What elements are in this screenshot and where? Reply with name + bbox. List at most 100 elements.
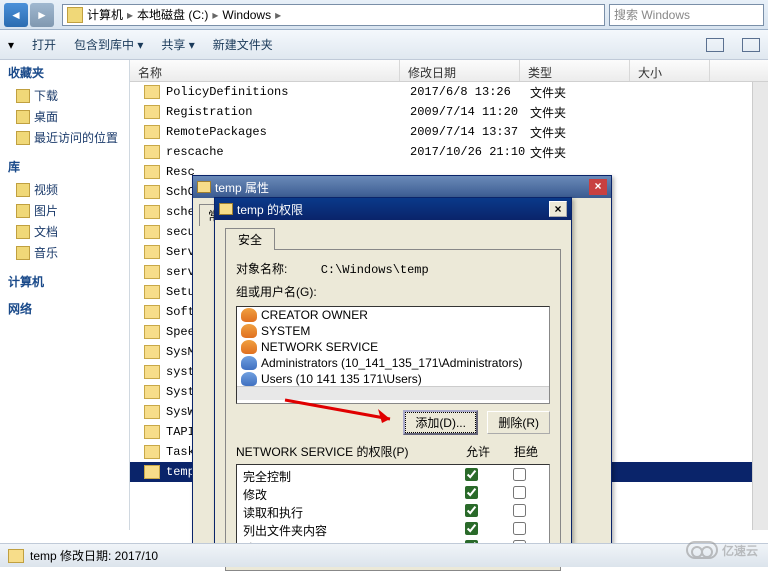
add-button[interactable]: 添加(D)... (403, 410, 478, 435)
folder-icon (144, 365, 160, 379)
sidebar-item-desktop[interactable]: 桌面 (8, 106, 121, 127)
file-row[interactable]: Registration 2009/7/14 11:20 文件夹 (130, 102, 768, 122)
folder-icon (144, 325, 160, 339)
file-row[interactable]: rescache 2017/10/26 21:10 文件夹 (130, 142, 768, 162)
object-name-value: C:\Windows\temp (321, 263, 429, 277)
group-item[interactable]: SYSTEM (237, 323, 549, 339)
file-row[interactable]: RemotePackages 2009/7/14 13:37 文件夹 (130, 122, 768, 142)
sidebar-favorites-header[interactable]: 收藏夹 (8, 64, 121, 81)
address-bar: ◄ ► 计算机 ▸ 本地磁盘 (C:) ▸ Windows ▸ 搜索 Windo… (0, 0, 768, 30)
download-icon (16, 89, 30, 103)
horizontal-scrollbar[interactable] (237, 386, 549, 400)
open-button[interactable]: 打开 (32, 36, 56, 53)
include-library-button[interactable]: 包含到库中 ▾ (74, 36, 143, 53)
close-button[interactable]: × (549, 201, 567, 217)
allow-checkbox[interactable] (465, 486, 478, 499)
permission-name: 修改 (243, 486, 447, 503)
permission-name: 列出文件夹内容 (243, 522, 447, 539)
object-name-row: 对象名称: C:\Windows\temp (236, 260, 550, 277)
group-item[interactable]: NETWORK SERVICE (237, 339, 549, 355)
group-name: SYSTEM (261, 324, 310, 338)
deny-checkbox[interactable] (513, 504, 526, 517)
file-date: 2009/7/14 11:20 (410, 105, 530, 119)
sidebar-computer-header[interactable]: 计算机 (8, 273, 121, 290)
folder-icon (197, 181, 211, 193)
sidebar-item-downloads[interactable]: 下载 (8, 85, 121, 106)
sidebar-item-music[interactable]: 音乐 (8, 242, 121, 263)
folder-icon (144, 445, 160, 459)
nav-forward-button[interactable]: ► (30, 3, 54, 27)
folder-icon (144, 225, 160, 239)
folder-icon (144, 345, 160, 359)
deny-checkbox[interactable] (513, 522, 526, 535)
file-name: Registration (166, 105, 410, 119)
permission-row: 读取和执行 (243, 503, 543, 521)
crumb-folder[interactable]: Windows (222, 8, 271, 22)
close-button[interactable]: × (589, 179, 607, 195)
dialog-titlebar[interactable]: temp 的权限 × (215, 198, 571, 220)
sidebar-item-recent[interactable]: 最近访问的位置 (8, 127, 121, 148)
status-text: temp 修改日期: 2017/10 (30, 547, 158, 564)
group-name: NETWORK SERVICE (261, 340, 378, 354)
dialog-titlebar[interactable]: temp 属性 × (193, 176, 611, 198)
permission-row: 修改 (243, 485, 543, 503)
music-icon (16, 246, 30, 260)
deny-header: 拒绝 (502, 443, 550, 460)
status-bar: temp 修改日期: 2017/10 (0, 543, 768, 567)
picture-icon (16, 204, 30, 218)
group-item[interactable]: Users (10 141 135 171\Users) (237, 371, 549, 387)
user-icon (241, 372, 257, 386)
deny-checkbox[interactable] (513, 468, 526, 481)
user-icon (241, 308, 257, 322)
allow-checkbox[interactable] (465, 504, 478, 517)
folder-icon (144, 385, 160, 399)
search-input[interactable]: 搜索 Windows (609, 4, 764, 26)
deny-checkbox[interactable] (513, 486, 526, 499)
file-name: RemotePackages (166, 125, 410, 139)
allow-checkbox[interactable] (465, 522, 478, 535)
breadcrumb[interactable]: 计算机 ▸ 本地磁盘 (C:) ▸ Windows ▸ (62, 4, 605, 26)
sidebar-item-pictures[interactable]: 图片 (8, 200, 121, 221)
group-item[interactable]: Administrators (10_141_135_171\Administr… (237, 355, 549, 371)
folder-icon (144, 125, 160, 139)
file-row[interactable]: PolicyDefinitions 2017/6/8 13:26 文件夹 (130, 82, 768, 102)
col-size[interactable]: 大小 (630, 60, 710, 81)
col-type[interactable]: 类型 (520, 60, 630, 81)
dialog-title: temp 的权限 (237, 201, 303, 218)
folder-icon (144, 165, 160, 179)
crumb-computer[interactable]: 计算机 (87, 6, 123, 23)
groups-listbox[interactable]: CREATOR OWNERSYSTEM NETWORK SERVICEAdmini… (236, 306, 550, 404)
group-item[interactable]: CREATOR OWNER (237, 307, 549, 323)
view-options-icon[interactable] (706, 38, 724, 52)
remove-button[interactable]: 删除(R) (487, 411, 550, 434)
permission-row: 列出文件夹内容 (243, 521, 543, 539)
share-button[interactable]: 共享 ▾ (161, 36, 194, 53)
allow-checkbox[interactable] (465, 468, 478, 481)
preview-pane-icon[interactable] (742, 38, 760, 52)
col-name[interactable]: 名称 (130, 60, 400, 81)
file-type: 文件夹 (530, 144, 640, 161)
user-icon (241, 340, 257, 354)
search-placeholder: 搜索 Windows (614, 6, 690, 23)
col-date[interactable]: 修改日期 (400, 60, 520, 81)
folder-icon (144, 405, 160, 419)
sidebar-libraries-header[interactable]: 库 (8, 158, 121, 175)
user-icon (241, 324, 257, 338)
video-icon (16, 183, 30, 197)
crumb-drive[interactable]: 本地磁盘 (C:) (137, 6, 208, 23)
sidebar-item-documents[interactable]: 文档 (8, 221, 121, 242)
tab-security[interactable]: 安全 (225, 228, 275, 250)
toolbar: ▾ 打开 包含到库中 ▾ 共享 ▾ 新建文件夹 (0, 30, 768, 60)
chevron-right-icon: ▸ (127, 8, 133, 22)
file-type: 文件夹 (530, 124, 640, 141)
organize-menu[interactable]: ▾ (8, 38, 14, 52)
groups-label: 组或用户名(G): (236, 283, 550, 300)
user-icon (241, 356, 257, 370)
nav-back-button[interactable]: ◄ (4, 3, 28, 27)
vertical-scrollbar[interactable] (752, 82, 768, 530)
desktop-icon (16, 110, 30, 124)
folder-icon (144, 85, 160, 99)
new-folder-button[interactable]: 新建文件夹 (213, 36, 273, 53)
sidebar-network-header[interactable]: 网络 (8, 300, 121, 317)
sidebar-item-videos[interactable]: 视频 (8, 179, 121, 200)
